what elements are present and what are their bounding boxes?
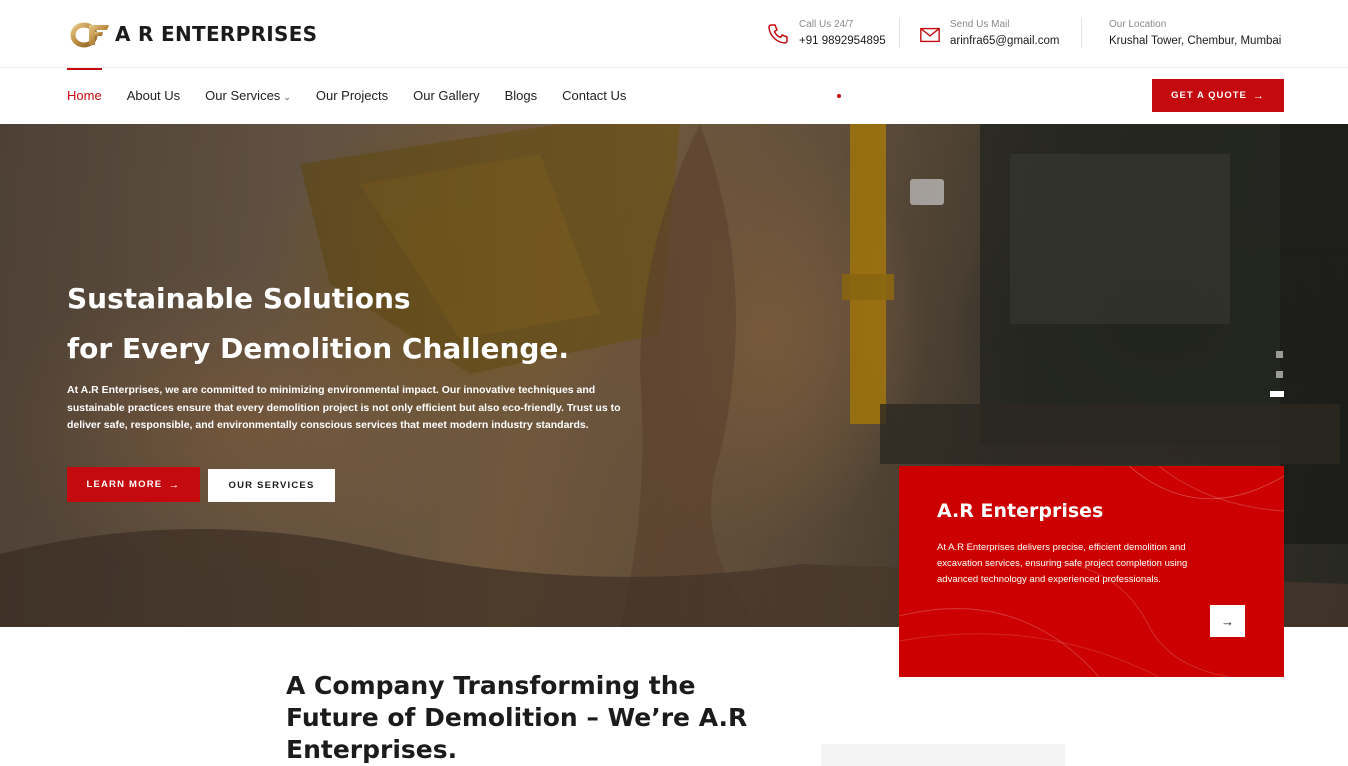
arrow-right-icon: → xyxy=(1221,613,1234,629)
nav-indicator-dot xyxy=(837,94,841,98)
about-heading: A Company Transforming the Future of Dem… xyxy=(286,671,748,764)
nav-item-label: Our Projects xyxy=(315,88,389,103)
nav-item-label: Home xyxy=(67,88,102,103)
contact-phone-value: +91 9892954895 xyxy=(799,35,886,47)
top-bar: A R ENTERPRISES Call Us 24/7 +91 9892954… xyxy=(0,0,1348,68)
nav-menu: Home About Us Our Services ⌄ Our Projects… xyxy=(67,68,651,124)
hero-title-line1: Sustainable Solutions xyxy=(67,282,411,315)
nav-item-services[interactable]: Our Services ⌄ xyxy=(205,68,291,124)
contact-mail-value: arinfra65@gmail.com xyxy=(950,35,1060,47)
arrow-right-icon: → xyxy=(1252,89,1265,102)
nav-item-home[interactable]: Home xyxy=(67,68,102,124)
contact-phone-label: Call Us 24/7 xyxy=(799,19,854,30)
slider-dot-2[interactable] xyxy=(1276,371,1283,378)
about-image-placeholder xyxy=(821,744,1065,766)
get-quote-button[interactable]: GET A QUOTE → xyxy=(1152,79,1284,112)
arrow-right-icon: → xyxy=(168,478,181,491)
learn-more-label: LEARN MORE xyxy=(86,479,163,490)
nav-item-about[interactable]: About Us xyxy=(127,68,180,124)
hero-description: At A.R Enterprises, we are committed to … xyxy=(67,384,621,431)
slider-pagination xyxy=(1270,351,1284,410)
hero-title-line2: for Every Demolition Challenge. xyxy=(67,332,570,365)
nav-item-label: Our Gallery xyxy=(413,88,480,103)
nav-item-label: Contact Us xyxy=(562,88,627,103)
divider xyxy=(1081,18,1082,48)
nav-item-blogs[interactable]: Blogs xyxy=(505,68,538,124)
mail-icon xyxy=(920,27,940,43)
card-title: A.R Enterprises xyxy=(937,500,1104,522)
nav-item-projects[interactable]: Our Projects xyxy=(316,68,388,124)
contact-location: Our Location Krushal Tower, Chembur, Mum… xyxy=(1109,18,1281,49)
logo-text: A R ENTERPRISES xyxy=(115,22,318,46)
logo[interactable]: A R ENTERPRISES xyxy=(69,17,317,51)
info-card: A.R Enterprises At A.R Enterprises deliv… xyxy=(899,466,1284,677)
our-services-button[interactable]: OUR SERVICES xyxy=(208,469,335,502)
nav-item-gallery[interactable]: Our Gallery xyxy=(413,68,479,124)
card-description: At A.R Enterprises delivers precise, eff… xyxy=(937,542,1188,585)
chevron-down-icon: ⌄ xyxy=(283,92,291,102)
contact-location-label: Our Location xyxy=(1109,19,1167,30)
main-nav: Home About Us Our Services ⌄ Our Projects… xyxy=(0,68,1348,124)
contact-phone[interactable]: Call Us 24/7 +91 9892954895 xyxy=(766,18,886,49)
nav-item-label: About Us xyxy=(126,88,181,103)
learn-more-button[interactable]: LEARN MORE → xyxy=(67,467,200,502)
phone-icon xyxy=(768,24,788,44)
our-services-label: OUR SERVICES xyxy=(228,480,315,491)
divider xyxy=(899,18,900,48)
contact-mail[interactable]: Send Us Mail arinfra65@gmail.com xyxy=(919,18,1059,49)
contact-location-value: Krushal Tower, Chembur, Mumbai xyxy=(1109,35,1282,47)
hero-title: Sustainable Solutions for Every Demoliti… xyxy=(67,274,569,374)
contact-mail-label: Send Us Mail xyxy=(950,19,1010,30)
get-quote-label: GET A QUOTE xyxy=(1171,90,1247,101)
slider-dot-1[interactable] xyxy=(1276,351,1283,358)
nav-item-contact[interactable]: Contact Us xyxy=(562,68,626,124)
nav-item-label: Blogs xyxy=(504,88,538,103)
card-arrow-button[interactable]: → xyxy=(1210,605,1245,637)
logo-mark-icon xyxy=(70,22,109,48)
nav-item-label: Our Services xyxy=(205,88,281,103)
slider-dot-3[interactable] xyxy=(1270,391,1284,397)
